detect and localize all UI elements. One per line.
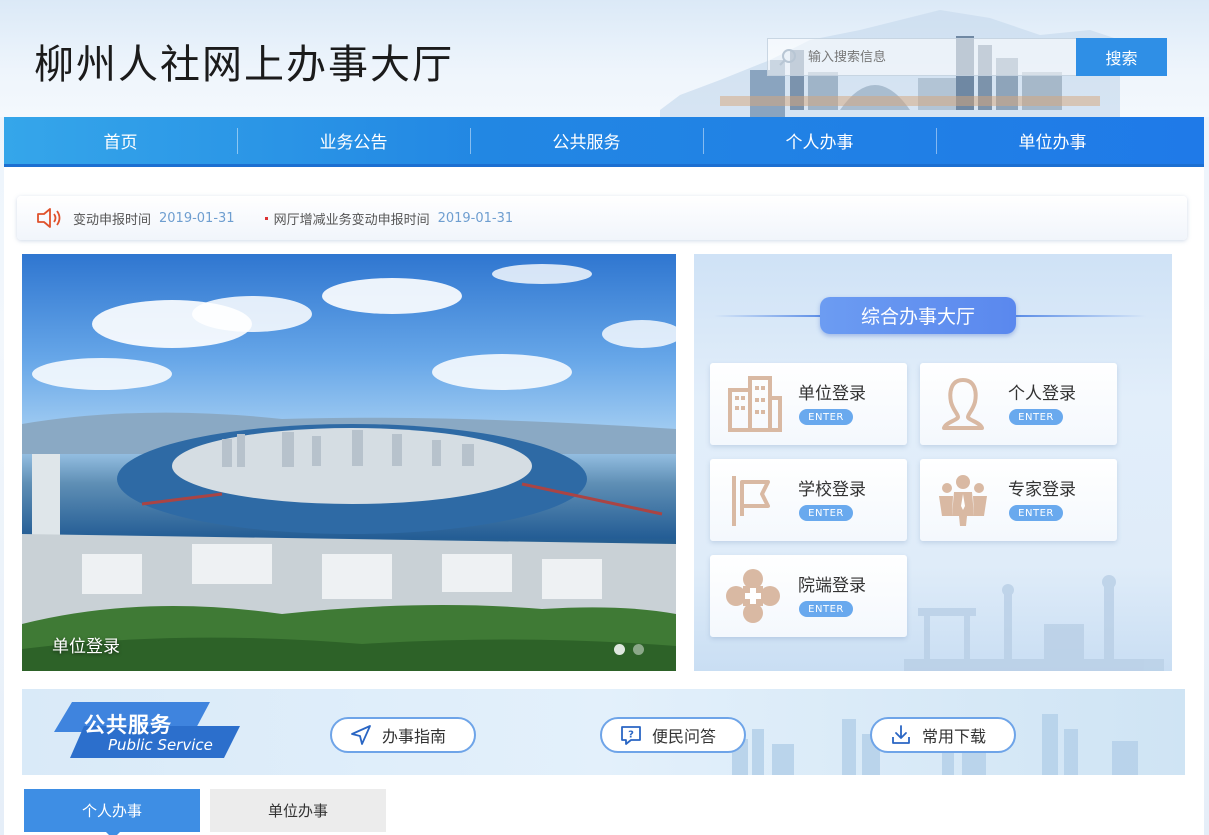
landmark-decoration: [904, 575, 1164, 671]
notice-date: 2019-01-31: [437, 210, 514, 226]
card-label: 专家登录: [1008, 480, 1076, 500]
guide-button[interactable]: 办事指南: [330, 717, 476, 753]
carousel-dot[interactable]: [614, 644, 625, 655]
enter-badge[interactable]: ENTER: [799, 505, 853, 521]
notice-bar: 变动申报时间 2019-01-31 网厅增减业务变动申报时间 2019-01-3…: [17, 196, 1187, 240]
public-service-bar: 公共服务 Public Service 办事指南 ? 便民问答 常用下载: [22, 689, 1185, 775]
button-label: 常用下载: [922, 727, 987, 746]
enter-badge[interactable]: ENTER: [1009, 409, 1063, 425]
card-label: 个人登录: [1008, 384, 1076, 404]
public-service-subtitle: Public Service: [108, 736, 213, 754]
button-label: 便民问答: [652, 727, 717, 746]
enter-badge[interactable]: ENTER: [799, 409, 853, 425]
nav-item-unit-affairs[interactable]: 单位办事: [936, 117, 1169, 164]
enter-badge[interactable]: ENTER: [1009, 505, 1063, 521]
building-icon: [724, 376, 782, 432]
card-label: 单位登录: [798, 384, 866, 404]
service-hall-panel: 综合办事大厅 单位登录 ENTER 个人登录 ENTER 学校登录 ENTER …: [694, 254, 1172, 671]
enter-badge[interactable]: ENTER: [799, 601, 853, 617]
hall-title: 综合办事大厅: [820, 297, 1016, 334]
notice-link[interactable]: 网厅增减业务变动申报时间: [274, 209, 430, 228]
title-decoration-line: [1016, 315, 1146, 317]
group-icon: [934, 472, 992, 528]
nav-item-personal-affairs[interactable]: 个人办事: [703, 117, 936, 164]
tab-personal-affairs[interactable]: 个人办事: [24, 789, 200, 835]
button-label: 办事指南: [382, 727, 447, 746]
flag-icon: [724, 472, 782, 528]
speaker-icon: [35, 206, 65, 230]
personal-login-card[interactable]: 个人登录 ENTER: [920, 363, 1117, 445]
main-nav: 首页 业务公告 公共服务 个人办事 单位办事: [4, 117, 1204, 167]
person-icon: [934, 376, 992, 432]
notice-link[interactable]: 变动申报时间: [73, 209, 151, 228]
notice-date: 2019-01-31: [159, 210, 235, 226]
svg-text:?: ?: [628, 730, 634, 741]
public-service-title: 公共服务: [84, 713, 172, 737]
search-button[interactable]: 搜索: [1076, 38, 1167, 76]
search-input[interactable]: [808, 49, 1068, 65]
carousel-indicators: [614, 644, 644, 655]
site-title: 柳州人社网上办事大厅: [34, 42, 454, 88]
navigation-arrow-icon: [348, 722, 374, 748]
nav-item-public-service[interactable]: 公共服务: [470, 117, 703, 164]
banner-caption: 单位登录: [52, 637, 120, 657]
faq-button[interactable]: ? 便民问答: [600, 717, 746, 753]
unit-login-card[interactable]: 单位登录 ENTER: [710, 363, 907, 445]
carousel-dot[interactable]: [633, 644, 644, 655]
bullet-dot: [264, 216, 268, 220]
card-label: 学校登录: [798, 480, 866, 500]
medical-cross-icon: [724, 568, 782, 624]
nav-item-announcements[interactable]: 业务公告: [237, 117, 470, 164]
card-label: 院端登录: [798, 576, 866, 596]
nav-item-home[interactable]: 首页: [4, 117, 237, 164]
download-button[interactable]: 常用下载: [870, 717, 1016, 753]
question-bubble-icon: ?: [618, 722, 644, 748]
banner-carousel[interactable]: 单位登录: [22, 254, 676, 671]
download-icon: [888, 722, 914, 748]
expert-login-card[interactable]: 专家登录 ENTER: [920, 459, 1117, 541]
public-service-badge: 公共服务 Public Service: [50, 702, 240, 760]
title-decoration-line: [714, 315, 824, 317]
school-login-card[interactable]: 学校登录 ENTER: [710, 459, 907, 541]
city-photo-image: [22, 264, 676, 671]
hospital-login-card[interactable]: 院端登录 ENTER: [710, 555, 907, 637]
tab-unit-affairs[interactable]: 单位办事: [210, 789, 386, 832]
search-box: [767, 38, 1077, 76]
search-icon: [768, 39, 808, 75]
